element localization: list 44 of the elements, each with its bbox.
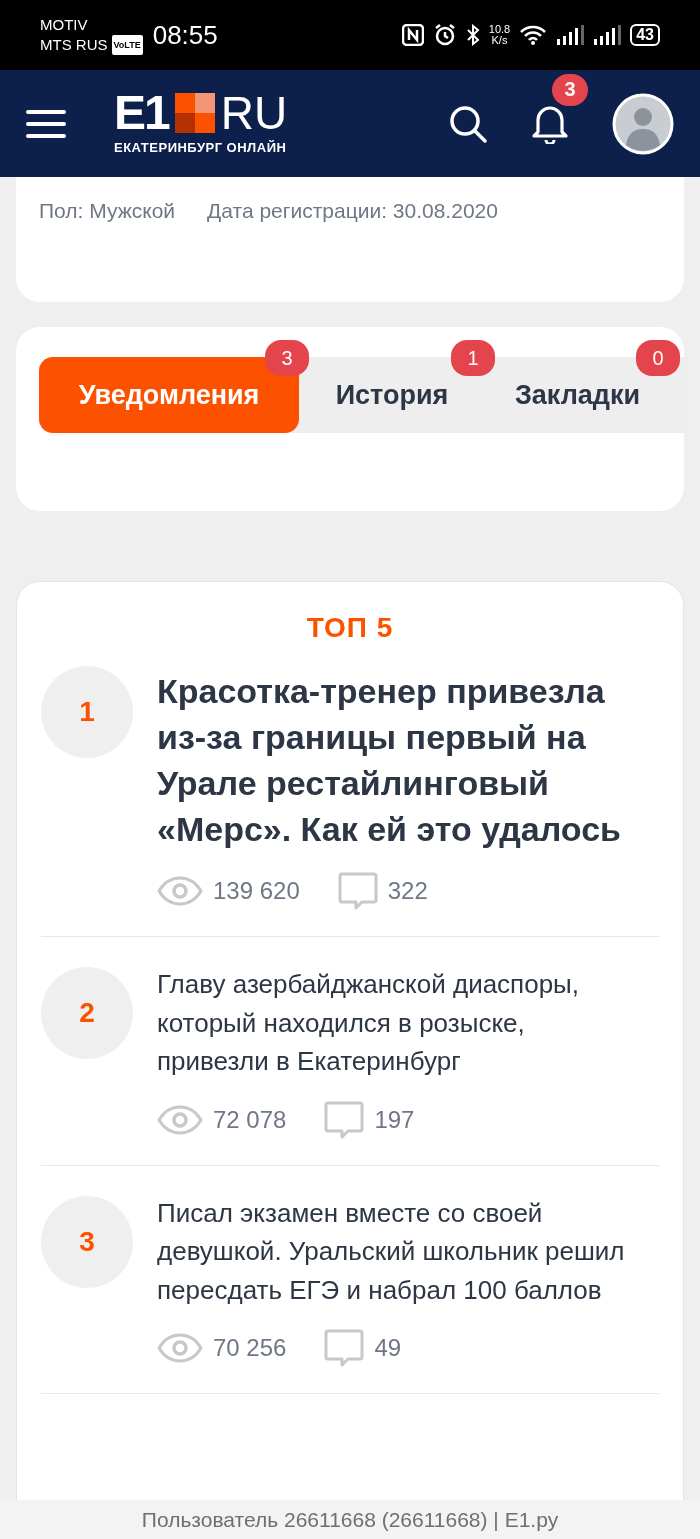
- comment-icon: [324, 1100, 365, 1139]
- carrier-name: MOTIV: [40, 15, 89, 35]
- logo-squares-icon: [174, 93, 215, 133]
- eye-icon: [157, 1104, 203, 1135]
- wifi-icon: [519, 24, 548, 46]
- avatar-icon[interactable]: [612, 92, 674, 155]
- view-count: 139 620: [213, 877, 300, 905]
- view-count: 70 256: [213, 1334, 287, 1362]
- signal-icon: [556, 24, 585, 46]
- carrier-name: MTS RUS: [40, 35, 108, 55]
- comment-count: 322: [387, 877, 428, 905]
- menu-icon[interactable]: [26, 108, 66, 139]
- logo-subtitle: ЕКАТЕРИНБУРГ ОНЛАЙН: [114, 140, 288, 155]
- comment-icon: [337, 872, 378, 910]
- signal-icon: [593, 24, 622, 46]
- registration-date: Дата регистрации: 30.08.2020: [207, 199, 498, 224]
- bluetooth-icon: [465, 24, 480, 46]
- nfc-icon: [401, 24, 424, 46]
- notification-badge: 3: [552, 73, 588, 106]
- logo-text: E1: [114, 92, 169, 134]
- section-title: ТОП 5: [305, 612, 395, 644]
- network-speed: 10.8 K/s: [488, 24, 511, 46]
- comment-count: 49: [374, 1334, 402, 1362]
- battery-level: 43: [630, 24, 660, 46]
- article-link[interactable]: Красотка-тренер привезла из-за границы первый на Урале рестайлинговый «Мерс». Как ей это удалось: [157, 668, 635, 852]
- clock: 08:55: [152, 19, 218, 51]
- view-count: 72 078: [213, 1105, 287, 1134]
- footer-text: Пользователь 26611668 (26611668) | E1.ру: [0, 1500, 700, 1539]
- count-badge: 0: [636, 340, 680, 376]
- rank-number: 2: [41, 967, 133, 1059]
- count-badge: 1: [451, 340, 495, 376]
- volte-label: VoLTE: [111, 35, 143, 55]
- search-icon[interactable]: [448, 103, 488, 144]
- comment-icon: [324, 1329, 365, 1367]
- article-link[interactable]: Главу азербайджанской диаспоры, который находился в розыске, привезли в Екатеринбург: [157, 965, 635, 1081]
- gender-text: Пол: Мужской: [39, 199, 176, 224]
- rank-number: 3: [41, 1195, 133, 1288]
- eye-icon: [157, 1333, 203, 1363]
- article-link[interactable]: Писал экзамен вместе со своей девушкой. Уральский школьник решил пересдать ЕГЭ и набрал 100 баллов: [157, 1193, 635, 1309]
- comment-count: 197: [374, 1105, 415, 1134]
- logo-text: RU: [220, 92, 288, 134]
- eye-icon: [157, 876, 203, 906]
- count-badge: 3: [265, 340, 309, 376]
- rank-number: 1: [41, 666, 133, 758]
